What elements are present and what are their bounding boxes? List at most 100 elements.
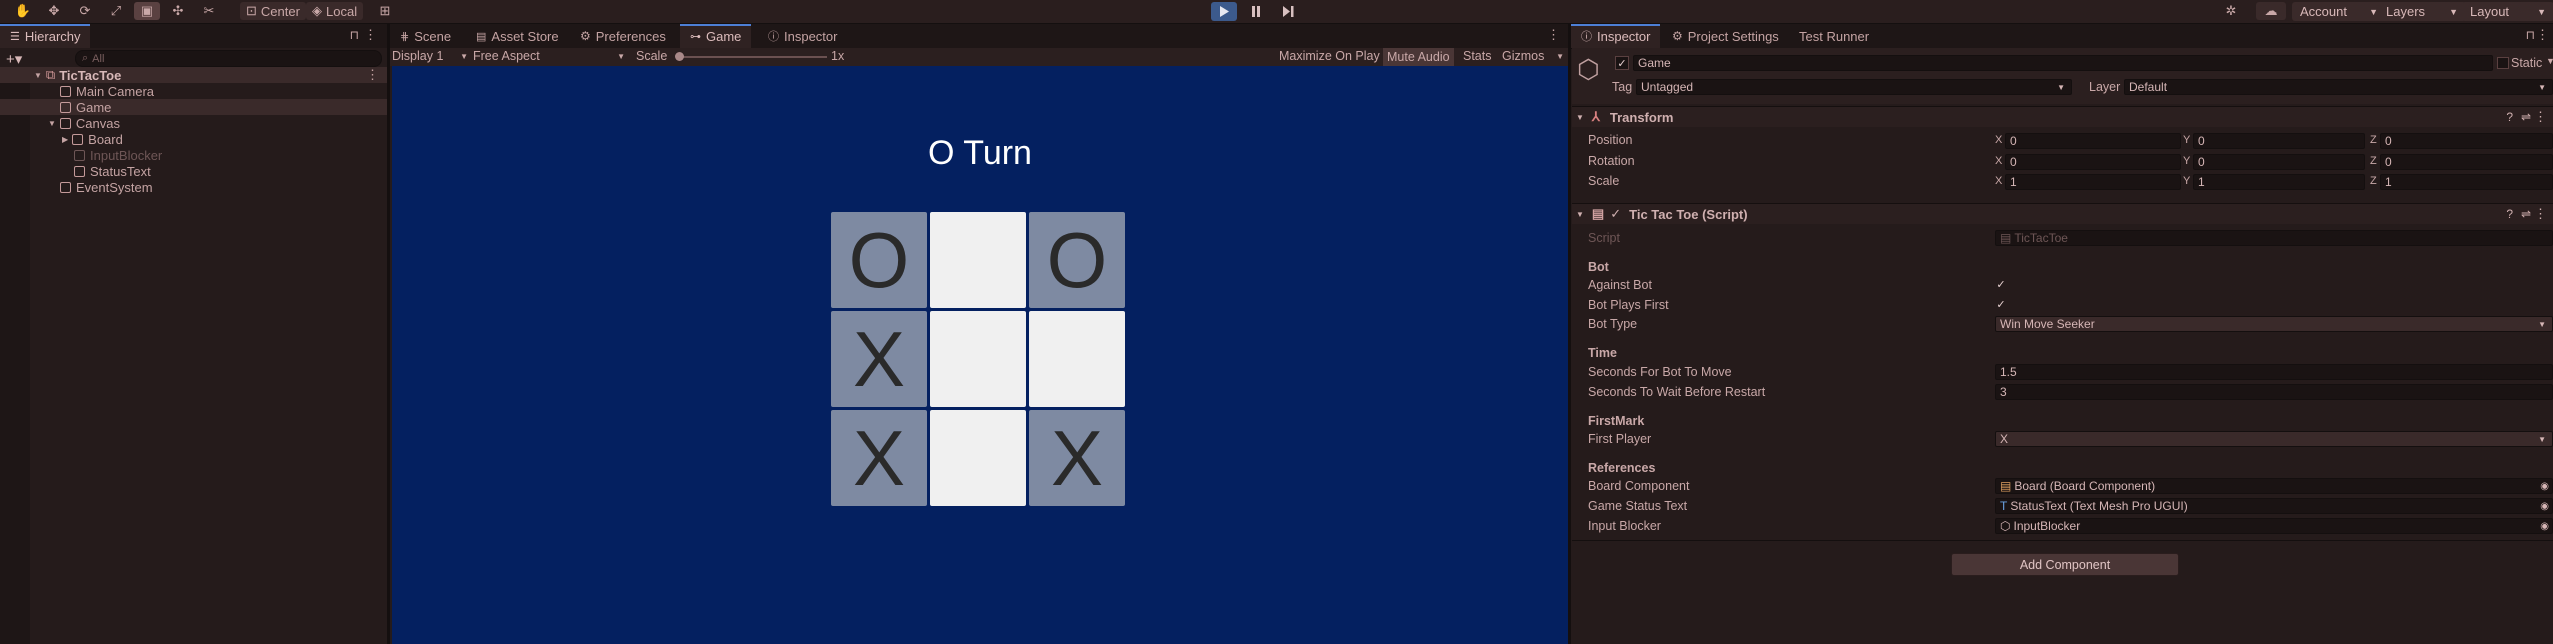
board-cell[interactable]: O [831,212,927,308]
first-player-dropdown[interactable]: X ▼ [1995,431,2553,447]
tab-project-settings[interactable]: ⚙ Project Settings [1662,24,1789,48]
scale-z-input[interactable]: 1 [2380,174,2553,190]
rotation-x-input[interactable]: 0 [2005,154,2181,170]
board-cell[interactable]: X [831,311,927,407]
tab-scene[interactable]: ⋕ Scene [390,24,461,48]
layer-dropdown[interactable]: Default ▼ [2124,79,2553,95]
tab-preferences[interactable]: ⚙ Preferences [570,24,676,48]
more-options-icon[interactable]: ⋮ [366,67,379,83]
more-options-icon[interactable]: ⋮ [1547,27,1560,43]
layout-dropdown[interactable]: Layout ▼ [2462,2,2553,21]
rotation-y-input[interactable]: 0 [2193,154,2365,170]
game-status-field[interactable]: T StatusText (Text Mesh Pro UGUI) ◉ [1995,498,2553,514]
grid-snap-icon[interactable]: ⊞ [372,2,398,20]
position-x-input[interactable]: 0 [2005,133,2181,149]
board-cell[interactable]: X [1029,410,1125,506]
transform-tool-icon[interactable]: ✣ [165,2,191,20]
lock-icon[interactable]: ⊓ [350,28,359,42]
expand-icon[interactable]: ▼ [34,71,42,80]
pivot-local-button[interactable]: ◈ Local [306,2,364,20]
scale-slider[interactable] [675,52,827,61]
tag-dropdown[interactable]: Untagged ▼ [1636,79,2072,95]
active-checkbox[interactable]: ✓ [1615,56,1629,70]
tab-test-runner[interactable]: Test Runner [1789,24,1879,48]
pivot-center-button[interactable]: ⊡ Center [240,2,306,20]
custom-tool-icon[interactable]: ✂ [196,2,222,20]
tab-hierarchy[interactable]: ☰ Hierarchy [0,24,90,48]
help-icon[interactable]: ? [2506,110,2513,124]
position-y-input[interactable]: 0 [2193,133,2365,149]
add-icon[interactable]: +▾ [6,50,22,68]
scene-row[interactable]: ▼ ⧉ TicTacToe ⋮ [0,67,387,83]
scale-x-input[interactable]: 1 [2005,174,2181,190]
board-cell[interactable] [930,212,1026,308]
maximize-on-play-toggle[interactable]: Maximize On Play [1279,49,1380,63]
scale-tool-icon[interactable]: ⤢ [103,2,129,20]
tab-asset-store[interactable]: ▤ Asset Store [466,24,569,48]
input-blocker-field[interactable]: ⬡ InputBlocker ◉ [1995,518,2553,534]
board-component-field[interactable]: ▤ Board (Board Component) ◉ [1995,478,2553,494]
scale-y-input[interactable]: 1 [2193,174,2365,190]
help-icon[interactable]: ? [2506,207,2513,221]
gizmos-dropdown[interactable]: Gizmos ▼ [1502,49,1564,63]
chevron-down-icon[interactable]: ▼ [2546,56,2553,66]
object-name-input[interactable]: Game [1633,55,2493,71]
rotation-z-input[interactable]: 0 [2380,154,2553,170]
expand-icon[interactable]: ▼ [48,119,56,128]
against-bot-checkbox[interactable]: ✓ [1995,278,2007,291]
aspect-dropdown[interactable]: Free Aspect ▼ [473,49,625,63]
seconds-bot-input[interactable]: 1.5 [1995,364,2553,380]
hierarchy-item[interactable]: ▶ Board [0,131,123,147]
display-dropdown[interactable]: Display 1 ▼ [392,49,468,63]
board-cell[interactable]: X [831,410,927,506]
pause-button[interactable] [1243,2,1269,21]
rect-tool-icon[interactable]: ▣ [134,2,160,20]
hand-tool-icon[interactable]: ✋ [10,2,36,20]
move-tool-icon[interactable]: ✥ [41,2,67,20]
board-cell[interactable] [930,410,1026,506]
slider-thumb[interactable] [675,52,684,61]
position-z-input[interactable]: 0 [2380,133,2553,149]
object-picker-icon[interactable]: ◉ [2540,521,2549,532]
transform-header[interactable]: ▼ ⅄ Transform ? ⇌ ⋮ [1572,106,2553,127]
bot-plays-first-checkbox[interactable]: ✓ [1995,298,2007,311]
hierarchy-item[interactable]: Main Camera [0,83,154,99]
gameobject-large-icon[interactable]: ⬡ [1577,54,1600,85]
rotate-tool-icon[interactable]: ⟳ [72,2,98,20]
bot-type-dropdown[interactable]: Win Move Seeker ▼ [1995,316,2553,332]
more-options-icon[interactable]: ⋮ [2534,109,2547,125]
object-picker-icon[interactable]: ◉ [2540,501,2549,512]
static-checkbox[interactable] [2497,57,2509,69]
hierarchy-item-selected[interactable]: Game [0,99,387,115]
collab-icon[interactable]: ✲ [2218,2,2244,20]
step-button[interactable] [1275,2,1301,21]
lock-icon[interactable]: ⊓ [2526,28,2535,42]
play-button[interactable] [1211,2,1237,21]
more-options-icon[interactable]: ⋮ [2536,27,2549,43]
layers-dropdown[interactable]: Layers ▼ [2378,2,2466,21]
account-dropdown[interactable]: Account ▼ [2292,2,2386,21]
hierarchy-item[interactable]: EventSystem [0,179,153,195]
mute-audio-toggle[interactable]: Mute Audio [1383,48,1454,66]
board-cell[interactable] [930,311,1026,407]
hierarchy-item-inactive[interactable]: InputBlocker [0,147,162,163]
hierarchy-search-input[interactable]: ⌕ All [75,50,382,67]
collapse-icon[interactable]: ▶ [62,135,68,144]
seconds-restart-input[interactable]: 3 [1995,384,2553,400]
add-component-button[interactable]: Add Component [1951,553,2179,576]
board-cell[interactable]: O [1029,212,1125,308]
tab-inspector[interactable]: ⓘ Inspector [1571,24,1661,48]
board-cell[interactable] [1029,311,1125,407]
more-options-icon[interactable]: ⋮ [364,27,377,43]
component-enabled-checkbox[interactable]: ✓ [1610,206,1621,222]
presets-icon[interactable]: ⇌ [2521,110,2531,124]
tab-inspector-2[interactable]: ⓘ Inspector [758,24,847,48]
script-component-header[interactable]: ▼ ▤ ✓ Tic Tac Toe (Script) ? ⇌ ⋮ [1572,203,2553,224]
presets-icon[interactable]: ⇌ [2521,207,2531,221]
object-picker-icon[interactable]: ◉ [2540,481,2549,492]
hierarchy-item[interactable]: ▼ Canvas [0,115,120,131]
more-options-icon[interactable]: ⋮ [2534,206,2547,222]
hierarchy-item[interactable]: StatusText [0,163,151,179]
cloud-icon[interactable]: ☁ [2256,2,2286,20]
stats-toggle[interactable]: Stats [1463,49,1492,63]
